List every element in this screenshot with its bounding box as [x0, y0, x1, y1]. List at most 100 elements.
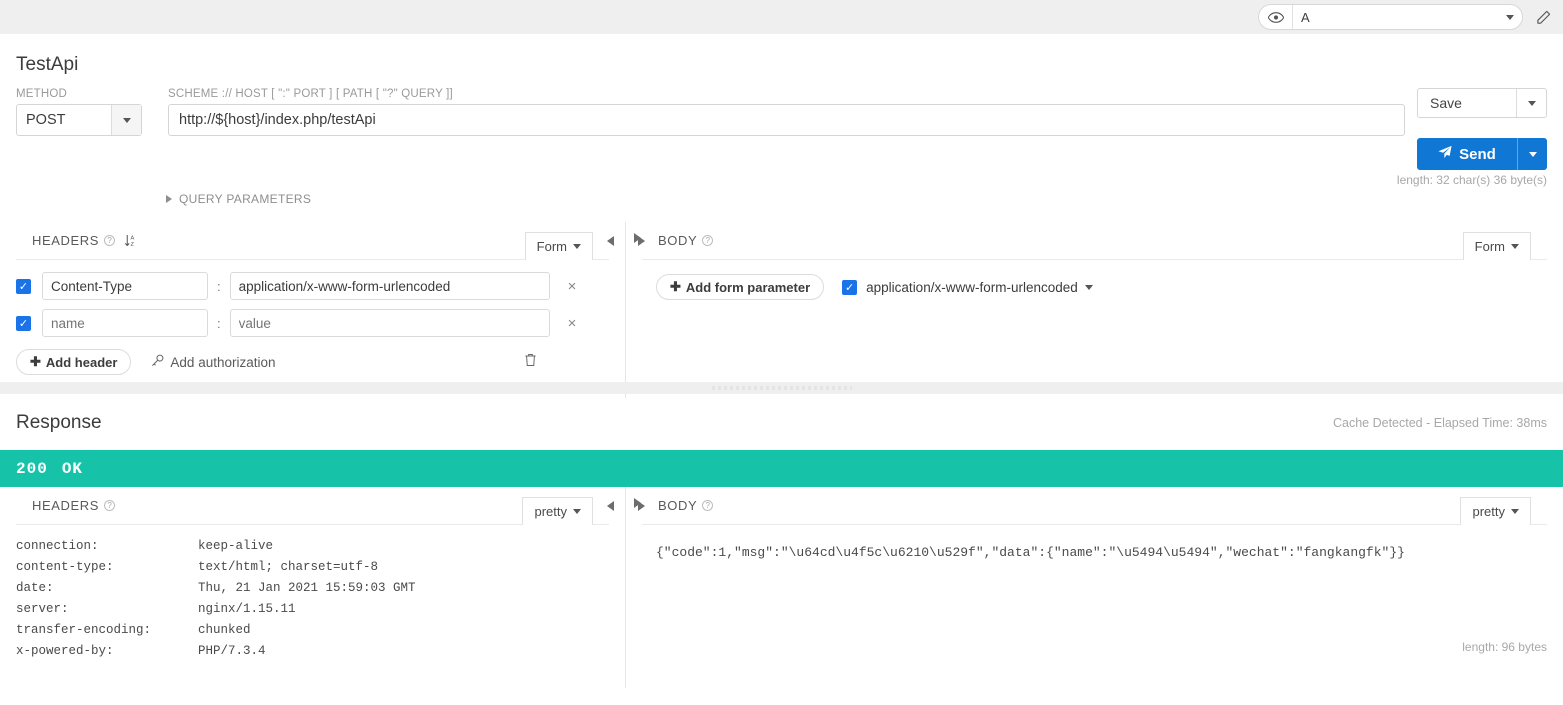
- method-dropdown-toggle[interactable]: [111, 105, 141, 135]
- environment-value: A: [1301, 9, 1310, 25]
- request-body-title: BODY: [658, 233, 698, 248]
- svg-text:Z: Z: [131, 242, 135, 248]
- body-content-type-select[interactable]: application/x-www-form-urlencoded: [866, 280, 1093, 295]
- request-headers-header: HEADERS ? A Z Form: [16, 222, 609, 260]
- response-body-format-select[interactable]: pretty: [1460, 496, 1531, 525]
- query-parameters-label: QUERY PARAMETERS: [179, 192, 312, 206]
- pane-nav-left-button[interactable]: [595, 231, 625, 251]
- pencil-icon[interactable]: [1529, 3, 1557, 31]
- question-mark-icon[interactable]: ?: [104, 235, 116, 246]
- request-body-pane: BODY ? Form ✚ Add form parameter ✓ appli…: [626, 222, 1563, 398]
- save-dropdown-toggle[interactable]: [1516, 89, 1546, 117]
- plus-icon: ✚: [670, 279, 681, 294]
- query-parameters-toggle[interactable]: QUERY PARAMETERS: [166, 192, 311, 206]
- triangle-right-icon: [166, 195, 172, 203]
- response-headers-table: connection: keep-alive content-type: tex…: [0, 525, 625, 658]
- environment-selector-group[interactable]: A: [1258, 4, 1523, 30]
- question-mark-icon[interactable]: ?: [702, 500, 714, 511]
- remove-header-button[interactable]: ×: [568, 278, 577, 295]
- pane-nav-right-button[interactable]: [626, 231, 656, 251]
- table-row: ✓ : ×: [16, 272, 609, 300]
- header-name-input[interactable]: [42, 272, 208, 300]
- add-form-parameter-label: Add form parameter: [685, 279, 811, 295]
- add-header-label: Add header: [45, 354, 118, 370]
- body-content-type-checkbox[interactable]: ✓: [842, 279, 858, 295]
- header-key: transfer-encoding:: [16, 623, 152, 637]
- body-content-type-value: application/x-www-form-urlencoded: [866, 279, 1078, 295]
- add-authorization-button[interactable]: Add authorization: [151, 354, 276, 370]
- request-panes: HEADERS ? A Z Form ✓ Content-Type: appl…: [0, 222, 1563, 398]
- url-column: SCHEME :// HOST [ ":" PORT ] [ PATH [ "?…: [168, 88, 1405, 136]
- colon-separator: :: [217, 278, 221, 294]
- question-mark-icon[interactable]: ?: [702, 235, 714, 246]
- header-value: Thu, 21 Jan 2021 15:59:03 GMT: [198, 581, 416, 595]
- header-value-input[interactable]: [229, 309, 550, 337]
- status-badge: 200 OK: [0, 450, 1563, 487]
- pane-nav-arrows: [595, 231, 656, 251]
- response-panes: HEADERS ? pretty connection: keep-alive …: [0, 487, 1563, 688]
- header-enabled-checkbox[interactable]: ✓: [16, 278, 31, 294]
- header-key: server:: [16, 602, 69, 616]
- add-authorization-label: Add authorization: [170, 354, 276, 370]
- header-enabled-checkbox[interactable]: ✓: [16, 315, 31, 331]
- method-column: METHOD POST: [16, 88, 142, 136]
- response-headers-title: HEADERS: [32, 498, 100, 513]
- header-actions: ✚ Add header Add authorization: [16, 349, 609, 375]
- url-input[interactable]: [168, 104, 1405, 136]
- header-value: keep-alive: [198, 539, 274, 553]
- trash-icon[interactable]: [524, 353, 537, 372]
- chevron-down-icon: [1084, 284, 1093, 290]
- response-body-title: BODY: [658, 498, 698, 513]
- chevron-down-icon: [1511, 243, 1519, 249]
- chevron-down-icon: [1527, 100, 1536, 106]
- response-body-length-note: length: 96 bytes: [1462, 640, 1547, 654]
- response-headers-format-select[interactable]: pretty: [522, 496, 593, 525]
- method-select[interactable]: POST: [16, 104, 142, 136]
- plus-icon: ✚: [30, 354, 41, 369]
- table-row: transfer-encoding: chunked: [16, 623, 609, 637]
- header-name-input[interactable]: [42, 309, 208, 337]
- chevron-down-icon: [122, 117, 131, 123]
- table-row: date: Thu, 21 Jan 2021 15:59:03 GMT: [16, 581, 609, 595]
- top-bar: A: [0, 0, 1563, 34]
- table-row: connection: keep-alive: [16, 539, 609, 553]
- chevron-down-icon: [573, 508, 581, 514]
- save-button-label: Save: [1430, 95, 1462, 111]
- header-value-input[interactable]: [229, 272, 550, 300]
- send-button-label: Send: [1459, 145, 1496, 163]
- key-icon: [151, 354, 164, 370]
- add-form-parameter-button[interactable]: ✚ Add form parameter: [656, 274, 825, 300]
- header-key: content-type:: [16, 560, 114, 574]
- response-headers-pane: HEADERS ? pretty connection: keep-alive …: [0, 487, 645, 688]
- save-button[interactable]: Save: [1417, 88, 1547, 118]
- request-card: TestApi METHOD POST SCHEME :// HOST [ ":…: [0, 34, 1563, 398]
- response-pane-nav-right-button[interactable]: [626, 496, 656, 516]
- chevron-down-icon: [1528, 151, 1537, 157]
- header-value: chunked: [198, 623, 251, 637]
- question-mark-icon[interactable]: ?: [104, 500, 116, 511]
- response-pane-nav-left-button[interactable]: [595, 496, 625, 516]
- send-column: Save Send: [1417, 88, 1547, 170]
- chevron-down-icon: [573, 243, 581, 249]
- request-body-format-select[interactable]: Form: [1462, 231, 1531, 260]
- remove-header-button[interactable]: ×: [568, 315, 577, 332]
- triangle-left-icon: [606, 501, 614, 511]
- eye-icon[interactable]: [1259, 5, 1293, 29]
- environment-select[interactable]: A: [1293, 5, 1522, 29]
- pane-resize-handle[interactable]: [0, 382, 1563, 394]
- triangle-right-icon: [637, 236, 645, 246]
- header-key: date:: [16, 581, 54, 595]
- header-key: x-powered-by:: [16, 644, 114, 658]
- url-length-note: length: 32 char(s) 36 byte(s): [1396, 173, 1547, 187]
- request-headers-format-select[interactable]: Form: [524, 231, 593, 260]
- header-key: connection:: [16, 539, 99, 553]
- paper-plane-icon: [1438, 145, 1452, 163]
- cache-note: Cache Detected - Elapsed Time: 38ms: [1333, 416, 1547, 430]
- status-text: OK: [61, 459, 84, 478]
- send-button[interactable]: Send: [1417, 138, 1547, 170]
- table-row: content-type: text/html; charset=utf-8: [16, 560, 609, 574]
- request-headers-pane: HEADERS ? A Z Form ✓ Content-Type: appl…: [0, 222, 645, 398]
- send-dropdown-toggle[interactable]: [1517, 138, 1547, 170]
- add-header-button[interactable]: ✚ Add header: [16, 349, 132, 375]
- sort-alpha-icon[interactable]: A Z: [124, 234, 137, 248]
